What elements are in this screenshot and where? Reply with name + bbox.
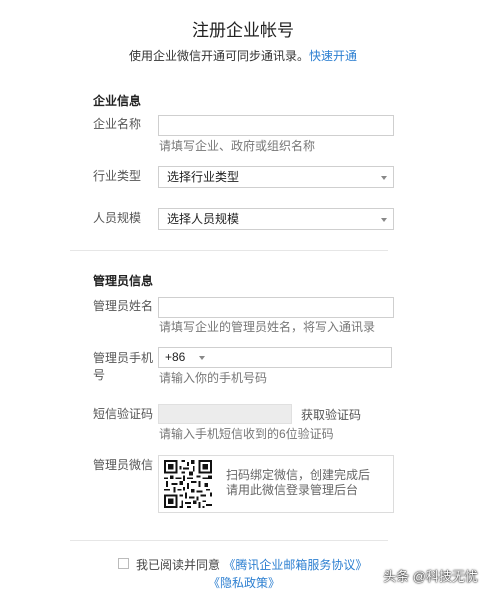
get-code-button[interactable]: 获取验证码 (301, 406, 361, 423)
privacy-policy-link[interactable]: 《隐私政策》 (208, 574, 280, 591)
sms-code-label: 短信验证码 (93, 407, 154, 421)
phone-hint: 请输入你的手机号码 (159, 371, 268, 385)
industry-select-value: 选择行业类型 (167, 170, 240, 184)
sms-code-hint: 请输入手机短信收到的6位验证码 (159, 427, 334, 441)
sms-code-input[interactable] (158, 404, 292, 424)
wechat-bind-box: 扫码绑定微信，创建完成后请用此微信登录管理后台 (158, 455, 394, 513)
qr-code-icon[interactable] (164, 460, 212, 508)
admin-phone-label: 管理员手机 号 (93, 350, 153, 384)
chevron-down-icon (381, 176, 387, 180)
company-size-select-value: 选择人员规模 (167, 212, 240, 226)
footer-divider (70, 540, 388, 541)
page-subtitle: 使用企业微信开通可同步通讯录。快速开通 (0, 47, 486, 64)
industry-label: 行业类型 (93, 169, 142, 183)
subtitle-text: 使用企业微信开通可同步通讯录。 (128, 49, 309, 63)
country-code-value: +86 (165, 350, 186, 364)
admin-wechat-label: 管理员微信 (93, 458, 154, 472)
page-title: 注册企业帐号 (192, 21, 294, 40)
company-name-input[interactable] (158, 115, 394, 136)
admin-phone-label-line2: 号 (93, 368, 106, 382)
admin-section-title: 管理员信息 (93, 274, 154, 288)
service-agreement-link[interactable]: 《腾讯企业邮箱服务协议》 (223, 558, 367, 572)
chevron-down-icon (199, 356, 205, 360)
phone-input[interactable] (211, 347, 392, 368)
admin-name-input[interactable] (158, 297, 394, 318)
agree-checkbox[interactable] (118, 558, 129, 569)
admin-name-label: 管理员姓名 (93, 299, 154, 313)
chevron-down-icon (381, 218, 387, 222)
industry-select[interactable]: 选择行业类型 (158, 166, 394, 188)
company-size-label: 人员规模 (93, 211, 142, 225)
company-name-hint: 请填写企业、政府或组织名称 (159, 139, 316, 153)
quick-open-link[interactable]: 快速开通 (309, 49, 357, 63)
company-size-select[interactable]: 选择人员规模 (158, 208, 394, 230)
agreement-text: 我已阅读并同意 《腾讯企业邮箱服务协议》 (136, 556, 367, 573)
admin-name-hint: 请填写企业的管理员姓名，将写入通讯录 (159, 320, 376, 334)
company-section-title: 企业信息 (93, 94, 142, 108)
watermark: 头条 @科技无忧 (383, 569, 478, 584)
admin-phone-label-line1: 管理员手机 (93, 351, 154, 365)
agree-prefix: 我已阅读并同意 (136, 558, 221, 572)
section-divider (70, 250, 388, 251)
wechat-bind-instructions: 扫码绑定微信，创建完成后请用此微信登录管理后台 (226, 468, 371, 497)
company-name-label: 企业名称 (93, 117, 142, 131)
country-code-select[interactable]: +86 (158, 347, 212, 368)
